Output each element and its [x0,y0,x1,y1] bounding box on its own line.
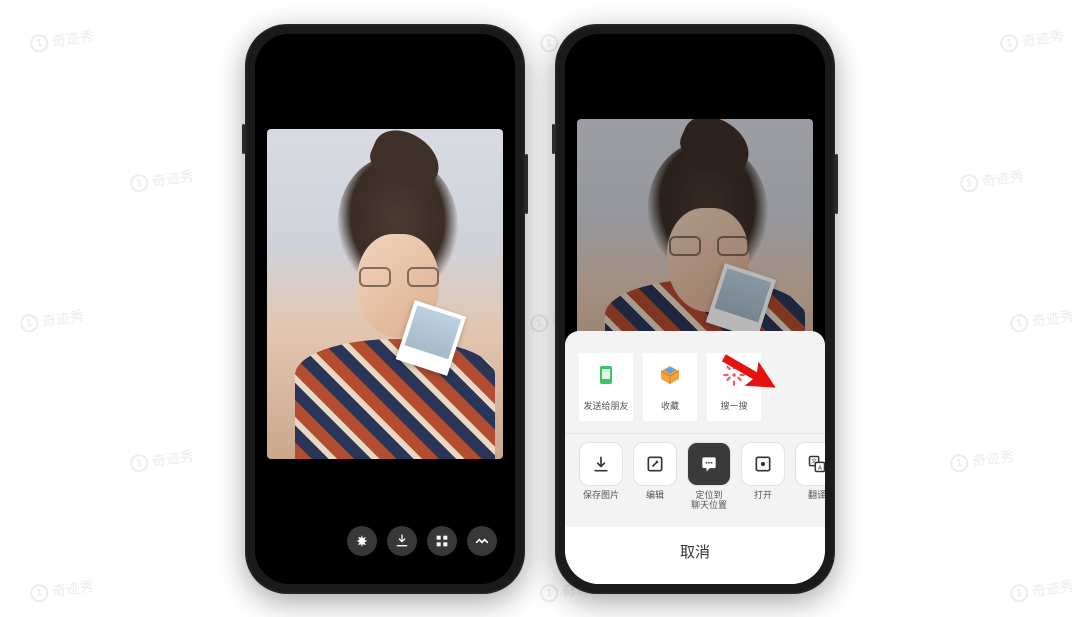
phone-left [245,24,525,594]
more-icon[interactable] [467,526,497,556]
screen-right: 发送给朋友 收藏 搜一搜 保存图片 [565,34,825,584]
photo-viewer[interactable] [267,129,503,459]
action-save-image[interactable]: 保存图片 [579,442,623,511]
share-send-friend[interactable]: 发送给朋友 [579,353,633,421]
share-label: 搜一搜 [720,401,747,421]
action-label: 保存图片 [583,490,619,510]
share-favorite[interactable]: 收藏 [643,353,697,421]
action-open[interactable]: 打开 [741,442,785,511]
watermark: 1奇迹秀 [29,26,95,55]
watermark: 1奇迹秀 [29,576,95,605]
action-label: 翻译 [808,490,825,510]
spark-icon[interactable] [347,526,377,556]
action-row: 保存图片 编辑 定位到 聊天位置 打开 文A [575,436,815,521]
watermark: 1奇迹秀 [1009,306,1075,335]
notch [630,34,760,58]
action-edit[interactable]: 编辑 [633,442,677,511]
grid-icon[interactable] [427,526,457,556]
notch [320,34,450,58]
watermark: 1奇迹秀 [959,166,1025,195]
action-label: 编辑 [646,490,664,510]
share-label: 收藏 [661,401,679,421]
watermark: 1奇迹秀 [1009,576,1075,605]
phone-right: 发送给朋友 收藏 搜一搜 保存图片 [555,24,835,594]
divider [565,433,825,434]
watermark: 1奇迹秀 [949,446,1015,475]
download-icon[interactable] [387,526,417,556]
share-row: 发送给朋友 收藏 搜一搜 [575,347,815,431]
screen-left [255,34,515,584]
cancel-button[interactable]: 取消 [565,527,825,584]
action-label: 定位到 聊天位置 [691,490,727,511]
svg-text:文: 文 [811,457,817,465]
watermark: 1奇迹秀 [999,26,1065,55]
share-label: 发送给朋友 [583,401,628,421]
action-label: 打开 [754,490,772,510]
watermark: 1奇迹秀 [19,306,85,335]
action-locate-chat[interactable]: 定位到 聊天位置 [687,442,731,511]
action-translate[interactable]: 文A 翻译 [795,442,825,511]
watermark: 1奇迹秀 [129,446,195,475]
svg-text:A: A [818,465,822,471]
watermark: 1奇迹秀 [129,166,195,195]
bottom-toolbar [347,526,497,556]
